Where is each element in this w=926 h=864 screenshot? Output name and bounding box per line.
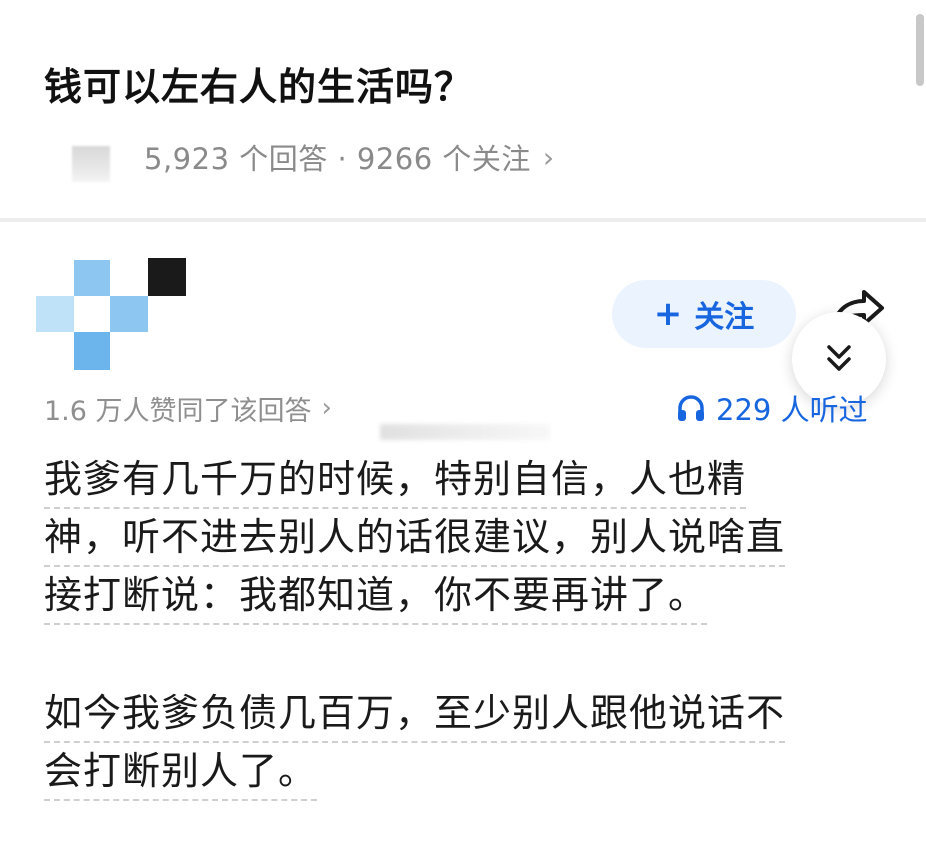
double-chevron-down-icon [827, 345, 851, 371]
blurred-watermark [380, 424, 550, 440]
avatar-pixel [74, 332, 110, 370]
follow-label: 关注 [694, 300, 755, 335]
answer-line: 会打断别人了。 [44, 742, 894, 801]
avatar[interactable] [36, 258, 186, 370]
answer-content[interactable]: 我爹有几千万的时候，特别自信，人也精 神，听不进去别人的话很建议，别人说啥直 接… [44, 450, 894, 801]
avatar-pixel [36, 296, 74, 332]
answer-line: 我爹有几千万的时候，特别自信，人也精 [44, 450, 894, 509]
answer-line: 如今我爹负债几百万，至少别人跟他说话不 [44, 684, 894, 743]
plus-icon: + [653, 294, 683, 334]
follow-button[interactable]: + 关注 [612, 280, 796, 348]
avatar-pixel [148, 258, 186, 296]
answer-line: 神，听不进去别人的话很建议，别人说啥直 [44, 508, 894, 567]
chevron-right-icon: › [542, 140, 555, 174]
headphones-icon [678, 395, 704, 421]
approve-text: 1.6 万人赞同了该回答 [44, 395, 312, 427]
answer-paragraph: 我爹有几千万的时候，特别自信，人也精 神，听不进去别人的话很建议，别人说啥直 接… [44, 450, 894, 625]
chevron-right-icon: › [321, 393, 332, 423]
avatar-pixel [36, 258, 74, 296]
question-stats: 5,923 个回答 · 9266 个关注 [144, 142, 531, 176]
scrollbar-thumb[interactable] [916, 14, 924, 86]
approve-count[interactable]: 1.6 万人赞同了该回答 › [44, 386, 332, 430]
avatar-pixel [36, 332, 74, 370]
listen-count[interactable]: 229 人听过 [676, 386, 868, 430]
avatar-pixel [110, 296, 148, 332]
question-thumbnail [72, 146, 110, 182]
avatar-pixel [74, 260, 110, 296]
answer-paragraph: 如今我爹负债几百万，至少别人跟他说话不 会打断别人了。 [44, 684, 894, 801]
answer-line: 接打断说：我都知道，你不要再讲了。 [44, 566, 894, 625]
avatar-pixel [74, 296, 110, 332]
listen-text: 229 人听过 [716, 393, 868, 427]
section-divider [0, 218, 926, 222]
question-meta[interactable]: 5,923 个回答 · 9266 个关注 › [72, 132, 554, 182]
question-title[interactable]: 钱可以左右人的生活吗？ [44, 56, 473, 111]
